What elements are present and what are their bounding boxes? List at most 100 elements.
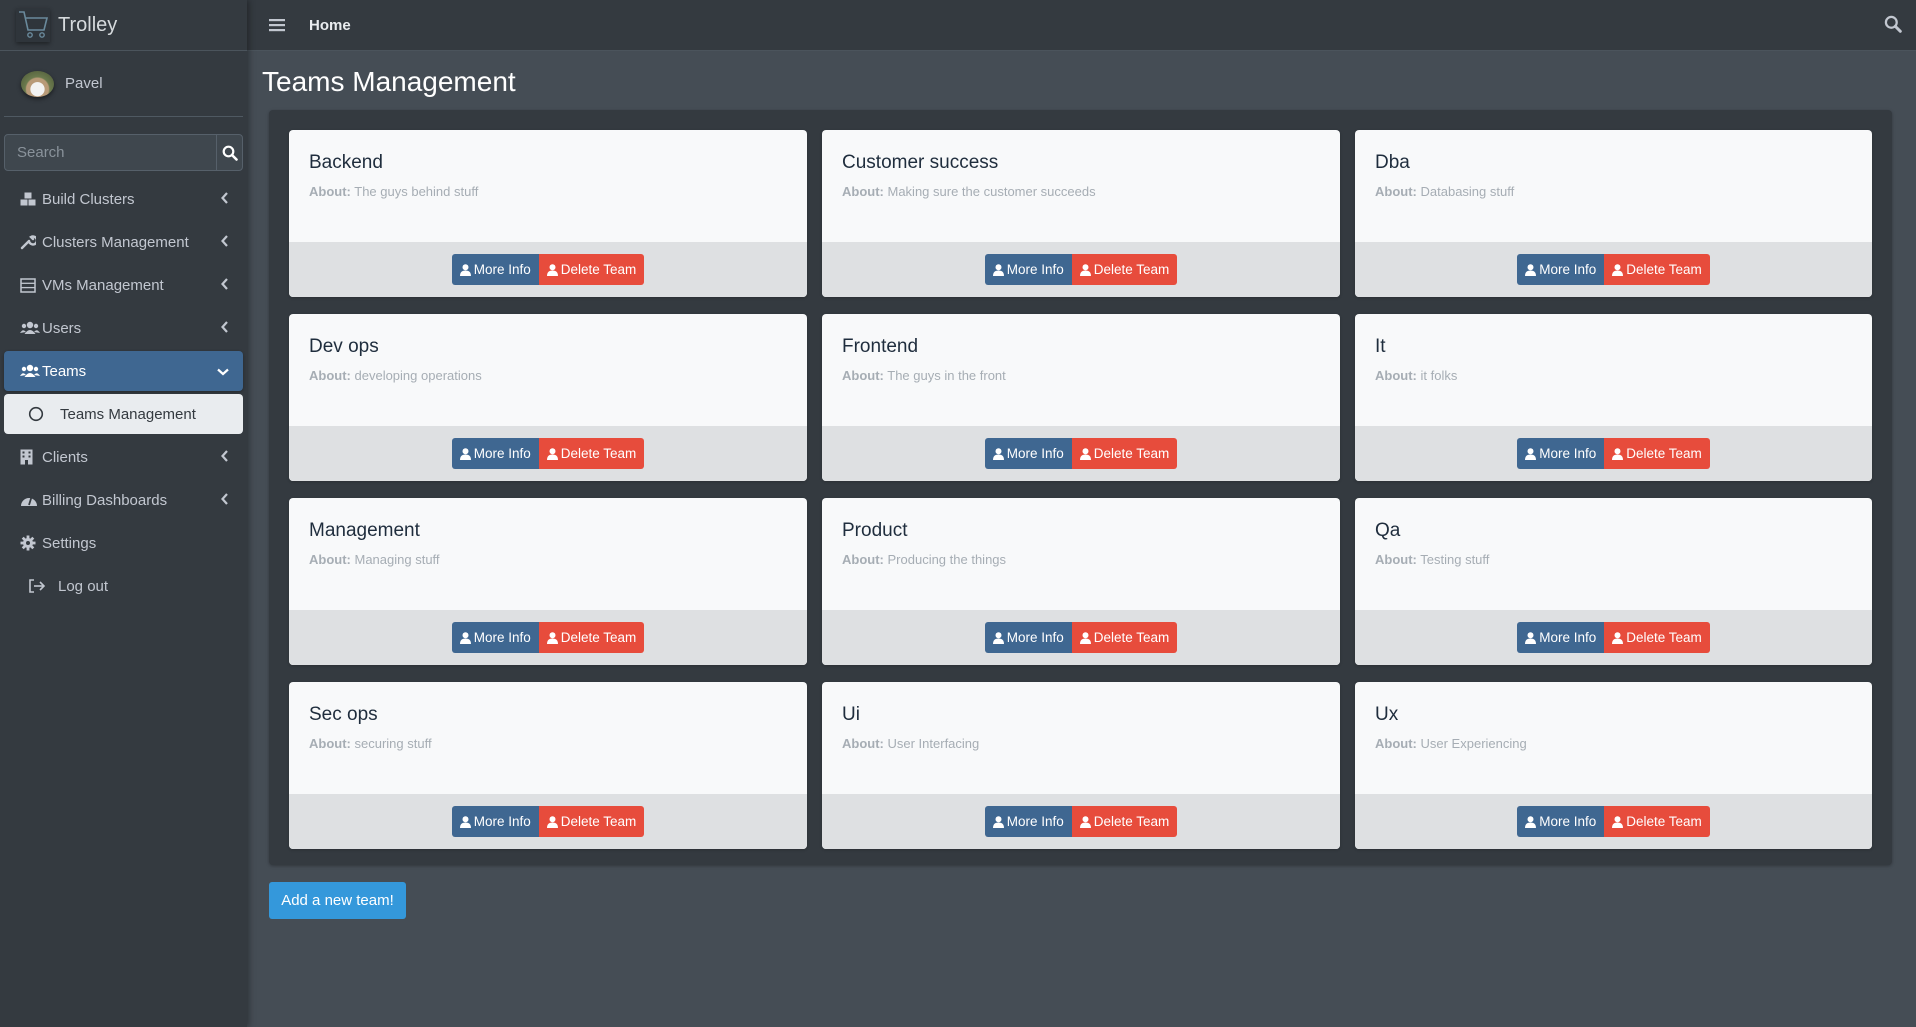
- more-info-button[interactable]: More Info: [984, 622, 1072, 653]
- search-input[interactable]: [5, 135, 216, 170]
- more-info-label: More Info: [1006, 814, 1064, 829]
- search-icon: [1884, 15, 1902, 33]
- sidebar-item-label: Settings: [42, 534, 97, 552]
- user-icon: [1612, 815, 1624, 828]
- team-card-footer: More Info Delete Team: [289, 794, 807, 849]
- gear-icon: [20, 535, 40, 551]
- delete-team-button[interactable]: Delete Team: [538, 254, 645, 285]
- add-team-button[interactable]: Add a new team!: [269, 882, 406, 919]
- more-info-label: More Info: [1539, 814, 1597, 829]
- sidebar-item-users[interactable]: Users: [4, 308, 243, 348]
- chevron-left-icon: [221, 277, 229, 294]
- about-label: About:: [309, 552, 351, 567]
- team-card-footer: More Info Delete Team: [289, 610, 807, 665]
- team-about: About: it folks: [1375, 368, 1852, 383]
- sidebar-item-label: Teams: [42, 362, 87, 380]
- team-card-body: Product About: Producing the things: [822, 498, 1340, 610]
- about-text: securing stuff: [354, 736, 432, 751]
- sidebar-item-build-clusters[interactable]: Build Clusters: [4, 179, 243, 219]
- brand[interactable]: Trolley: [0, 0, 247, 51]
- sidebar-item-billing-dashboards[interactable]: Billing Dashboards: [4, 480, 243, 520]
- delete-team-button[interactable]: Delete Team: [1604, 254, 1710, 285]
- delete-team-label: Delete Team: [1626, 446, 1702, 461]
- team-card-body: Backend About: The guys behind stuff: [289, 130, 807, 242]
- delete-team-button[interactable]: Delete Team: [1604, 622, 1710, 653]
- circle-icon: [28, 406, 48, 422]
- more-info-button[interactable]: More Info: [1517, 622, 1605, 653]
- delete-team-button[interactable]: Delete Team: [538, 438, 645, 469]
- more-info-label: More Info: [473, 262, 531, 277]
- more-info-button[interactable]: More Info: [451, 622, 539, 653]
- page-title: Teams Management: [262, 66, 516, 97]
- sidebar-item-teams[interactable]: Teams: [4, 351, 243, 391]
- sidebar-item-teams-management[interactable]: Teams Management: [4, 394, 243, 434]
- user-icon: [1525, 815, 1537, 828]
- about-text: Producing the things: [887, 552, 1007, 567]
- team-card: It About: it folks More Info Delete Team: [1355, 314, 1872, 481]
- team-card-footer: More Info Delete Team: [289, 242, 807, 297]
- delete-team-button[interactable]: Delete Team: [1604, 438, 1710, 469]
- delete-team-button[interactable]: Delete Team: [1071, 254, 1178, 285]
- team-card: Sec ops About: securing stuff More Info …: [289, 682, 807, 849]
- about-text: Managing stuff: [354, 552, 440, 567]
- delete-team-button[interactable]: Delete Team: [1071, 438, 1178, 469]
- delete-team-button[interactable]: Delete Team: [538, 806, 645, 837]
- more-info-button[interactable]: More Info: [984, 806, 1072, 837]
- team-card-footer: More Info Delete Team: [289, 426, 807, 481]
- about-text: The guys behind stuff: [354, 184, 479, 199]
- delete-team-button[interactable]: Delete Team: [1604, 806, 1710, 837]
- sidebar-item-clients[interactable]: Clients: [4, 437, 243, 477]
- sidebar-item-vms-management[interactable]: VMs Management: [4, 265, 243, 305]
- more-info-label: More Info: [1539, 262, 1597, 277]
- more-info-button[interactable]: More Info: [1517, 806, 1605, 837]
- menu-toggle-button[interactable]: [269, 18, 285, 32]
- sidebar-item-label: Clients: [42, 448, 88, 466]
- user-icon: [1079, 815, 1091, 828]
- user-icon: [992, 447, 1004, 460]
- sidebar-item-clusters-management[interactable]: Clusters Management: [4, 222, 243, 262]
- user-icon: [1612, 263, 1624, 276]
- user-name: Pavel: [65, 75, 103, 92]
- delete-team-button[interactable]: Delete Team: [538, 622, 645, 653]
- teams-grid: Backend About: The guys behind stuff Mor…: [289, 130, 1872, 849]
- more-info-label: More Info: [1006, 262, 1064, 277]
- delete-team-label: Delete Team: [560, 262, 637, 277]
- more-info-button[interactable]: More Info: [984, 438, 1072, 469]
- avatar: [21, 70, 54, 97]
- user-icon: [992, 263, 1004, 276]
- delete-team-button[interactable]: Delete Team: [1071, 622, 1178, 653]
- more-info-button[interactable]: More Info: [451, 438, 539, 469]
- home-link[interactable]: Home: [309, 17, 351, 34]
- search-button[interactable]: [216, 135, 242, 170]
- team-card-body: Qa About: Testing stuff: [1355, 498, 1872, 610]
- team-card-footer: More Info Delete Team: [822, 242, 1340, 297]
- more-info-button[interactable]: More Info: [1517, 254, 1605, 285]
- team-name: Qa: [1375, 520, 1401, 541]
- team-card-footer: More Info Delete Team: [822, 794, 1340, 849]
- user-icon: [546, 447, 558, 460]
- navbar-search-button[interactable]: [1884, 15, 1902, 38]
- delete-team-button[interactable]: Delete Team: [1071, 806, 1178, 837]
- user-icon: [459, 631, 471, 644]
- team-name: Product: [842, 520, 908, 541]
- more-info-button[interactable]: More Info: [1517, 438, 1605, 469]
- sidebar-item-log-out[interactable]: Log out: [4, 566, 243, 606]
- users-icon: [20, 321, 40, 335]
- user-icon: [992, 815, 1004, 828]
- team-about: About: securing stuff: [309, 736, 787, 751]
- more-info-button[interactable]: More Info: [451, 254, 539, 285]
- user-icon: [546, 631, 558, 644]
- more-info-button[interactable]: More Info: [451, 806, 539, 837]
- more-info-label: More Info: [1539, 446, 1597, 461]
- team-about: About: Testing stuff: [1375, 552, 1852, 567]
- building-icon: [20, 449, 40, 465]
- user-icon: [546, 263, 558, 276]
- team-card-body: It About: it folks: [1355, 314, 1872, 426]
- about-text: Databasing stuff: [1420, 184, 1515, 199]
- about-label: About:: [1375, 184, 1417, 199]
- more-info-button[interactable]: More Info: [984, 254, 1072, 285]
- team-about: About: The guys in the front: [842, 368, 1320, 383]
- about-label: About:: [842, 184, 884, 199]
- sidebar-item-settings[interactable]: Settings: [4, 523, 243, 563]
- user-panel[interactable]: Pavel: [4, 51, 243, 117]
